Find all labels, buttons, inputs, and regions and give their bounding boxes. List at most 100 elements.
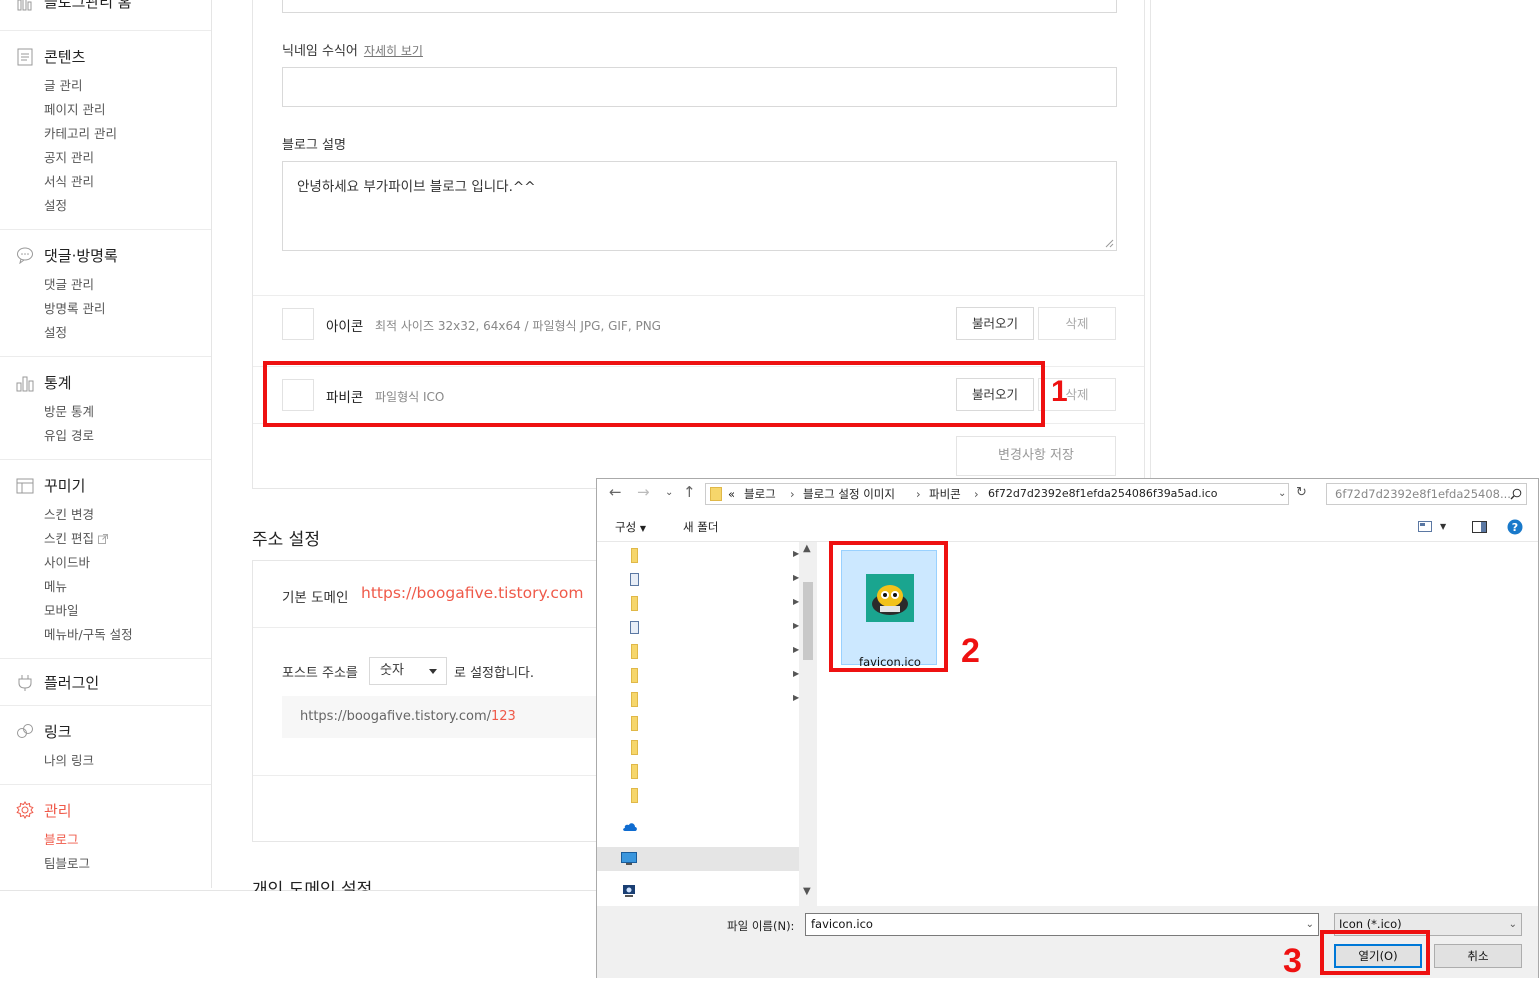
sidebar-item-menu[interactable]: 메뉴 <box>44 576 67 595</box>
chevron-down-icon: ▼ <box>639 524 646 533</box>
post-address-select[interactable]: 숫자 <box>369 657 447 685</box>
divider <box>0 356 211 357</box>
breadcrumb-blog[interactable]: 블로그 <box>744 484 776 504</box>
nav-item[interactable]: ▶ <box>597 688 809 712</box>
breadcrumb-favicon[interactable]: 파비콘 <box>929 484 961 504</box>
nav-item-this-pc[interactable] <box>597 847 809 871</box>
sidebar-item-categories[interactable]: 카테고리 관리 <box>44 123 117 142</box>
breadcrumb-file[interactable]: 6f72d7d2392e8f1efda254086f39a5ad.ico <box>988 484 1217 504</box>
scroll-down-icon[interactable]: ▼ <box>803 886 811 897</box>
breadcrumb-overflow[interactable]: « <box>728 484 735 504</box>
address-example-number: 123 <box>490 709 516 724</box>
nav-item[interactable]: ▶ <box>597 664 809 688</box>
blog-desc-textarea[interactable]: 안녕하세요 부가파이브 블로그 입니다.^^ <box>282 161 1117 251</box>
up-arrow-icon[interactable]: ↑ <box>683 483 696 501</box>
scroll-up-icon[interactable]: ▲ <box>803 543 811 554</box>
refresh-icon[interactable]: ↻ <box>1296 485 1307 500</box>
nav-item[interactable]: ▶ <box>597 592 809 616</box>
nickname-input[interactable] <box>282 67 1117 107</box>
sidebar-title-stats[interactable]: 통계 <box>44 372 72 393</box>
blog-name-input[interactable] <box>282 0 1117 13</box>
resize-grip-icon[interactable] <box>1105 239 1114 248</box>
sidebar-item-skin-change[interactable]: 스킨 변경 <box>44 504 94 523</box>
folder-icon <box>631 788 638 803</box>
chevron-down-icon[interactable]: ⌄ <box>1306 914 1314 935</box>
search-input[interactable]: 6f72d7d2392e8f1efda25408... <box>1326 483 1527 505</box>
sidebar-item-sidebar[interactable]: 사이드바 <box>44 552 90 571</box>
svg-text:?: ? <box>1512 521 1518 534</box>
address-dropdown-icon[interactable]: ⌄ <box>1278 484 1286 504</box>
back-arrow-icon[interactable]: ← <box>609 483 622 501</box>
breadcrumb-blog-settings-images[interactable]: 블로그 설정 이미지 <box>803 484 895 504</box>
nav-scrollbar[interactable]: ▲ ▼ <box>799 542 817 906</box>
annotation-box-3 <box>1320 930 1430 975</box>
sidebar-item-blog[interactable]: 블로그 <box>44 829 79 848</box>
sidebar-item-notices[interactable]: 공지 관리 <box>44 147 94 166</box>
sidebar-title-link[interactable]: 링크 <box>44 721 72 742</box>
filename-input[interactable]: favicon.ico ⌄ <box>805 913 1319 936</box>
post-address-suffix: 로 설정합니다. <box>454 666 535 681</box>
favicon-delete-button[interactable]: 삭제 <box>1038 378 1116 411</box>
blog-desc-text: 안녕하세요 부가파이브 블로그 입니다.^^ <box>297 179 536 195</box>
nav-item[interactable] <box>597 736 809 760</box>
detail-link[interactable]: 자세히 보기 <box>364 44 423 58</box>
sidebar-item-referrers[interactable]: 유입 경로 <box>44 425 94 444</box>
cancel-button[interactable]: 취소 <box>1434 944 1522 968</box>
nav-item[interactable]: ▶ <box>597 640 809 664</box>
sidebar-item-visit-stats[interactable]: 방문 통계 <box>44 401 94 420</box>
view-options-icon[interactable] <box>1418 521 1432 532</box>
sidebar: 블로그관리 홈 콘텐츠 글 관리 페이지 관리 카테고리 관리 공지 관리 서식… <box>0 0 212 888</box>
nickname-label: 닉네임 수식어 자세히 보기 <box>282 44 423 59</box>
nav-item-network[interactable] <box>597 879 809 903</box>
sidebar-item-comments-settings[interactable]: 설정 <box>44 322 67 341</box>
sidebar-title-comments[interactable]: 댓글·방명록 <box>44 245 118 266</box>
sidebar-title-home[interactable]: 블로그관리 홈 <box>44 0 132 12</box>
recent-dropdown-icon[interactable]: ⌄ <box>665 487 673 498</box>
sidebar-title-decorate[interactable]: 꾸미기 <box>44 475 85 496</box>
save-changes-button[interactable]: 변경사항 저장 <box>956 436 1116 476</box>
icon-load-button[interactable]: 불러오기 <box>956 307 1034 340</box>
scrollbar-thumb[interactable] <box>803 582 813 660</box>
search-icon <box>1510 488 1522 500</box>
divider <box>0 30 211 31</box>
icon-delete-button[interactable]: 삭제 <box>1038 307 1116 340</box>
chevron-down-icon[interactable]: ▼ <box>1440 522 1446 531</box>
sidebar-item-mobile[interactable]: 모바일 <box>44 600 79 619</box>
filename-value: favicon.ico <box>811 917 873 931</box>
plug-icon <box>16 674 34 692</box>
sidebar-item-guestbook[interactable]: 방명록 관리 <box>44 298 105 317</box>
sidebar-item-templates[interactable]: 서식 관리 <box>44 171 94 190</box>
sidebar-item-skin-edit[interactable]: 스킨 편집 <box>44 528 108 547</box>
sidebar-item-comments[interactable]: 댓글 관리 <box>44 274 94 293</box>
nav-item[interactable]: ▶ <box>597 544 809 568</box>
chevron-down-icon[interactable]: ⌄ <box>1509 914 1517 935</box>
nav-item[interactable] <box>597 712 809 736</box>
nav-item-onedrive[interactable] <box>597 815 809 839</box>
sidebar-item-team-blog[interactable]: 팀블로그 <box>44 853 90 872</box>
sidebar-title-plugin[interactable]: 플러그인 <box>44 672 99 693</box>
forward-arrow-icon[interactable]: → <box>637 483 650 501</box>
sidebar-item-posts[interactable]: 글 관리 <box>44 75 82 94</box>
nav-item[interactable] <box>597 784 809 808</box>
nav-item[interactable]: ▶ <box>597 568 809 592</box>
sidebar-item-my-links[interactable]: 나의 링크 <box>44 750 94 769</box>
search-text: 6f72d7d2392e8f1efda25408... <box>1335 487 1511 501</box>
sidebar-item-contents-settings[interactable]: 설정 <box>44 195 67 214</box>
nav-item[interactable] <box>597 760 809 784</box>
sidebar-title-contents[interactable]: 콘텐츠 <box>44 46 85 67</box>
breadcrumb-sep: › <box>790 487 795 501</box>
new-folder-button[interactable]: 새 폴더 <box>683 519 718 535</box>
address-bar[interactable]: « 블로그 › 블로그 설정 이미지 › 파비콘 › 6f72d7d2392e8… <box>705 483 1289 505</box>
preview-pane-icon[interactable] <box>1472 521 1487 533</box>
sidebar-item-pages[interactable]: 페이지 관리 <box>44 99 105 118</box>
organize-menu[interactable]: 구성 ▼ <box>615 519 646 535</box>
gear-icon <box>16 801 34 819</box>
sidebar-title-manage[interactable]: 관리 <box>44 800 72 821</box>
nav-item[interactable]: ▶ <box>597 616 809 640</box>
help-icon[interactable]: ? <box>1507 519 1523 535</box>
annotation-box-2 <box>829 541 948 672</box>
annotation-label-1: 1 <box>1051 375 1068 408</box>
annotation-box-1 <box>263 361 1045 427</box>
sidebar-item-menubar-subscribe[interactable]: 메뉴바/구독 설정 <box>44 624 133 643</box>
blog-desc-label: 블로그 설명 <box>282 138 346 153</box>
